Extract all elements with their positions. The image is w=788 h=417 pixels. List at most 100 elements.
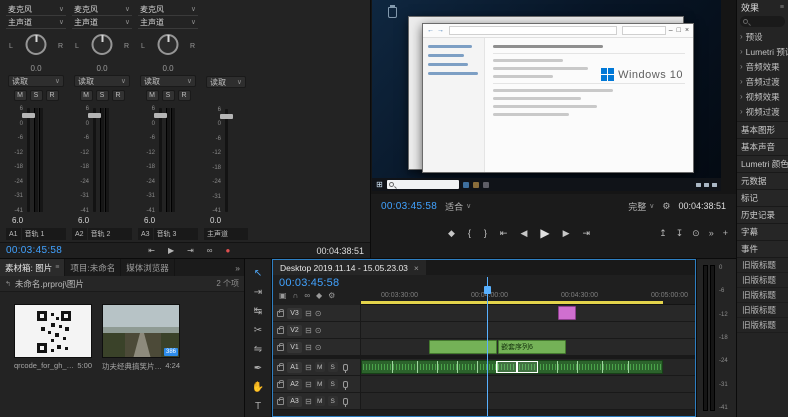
- loop-icon[interactable]: ∞: [207, 246, 213, 255]
- selected-audio-segment[interactable]: [496, 361, 517, 373]
- panel-menu-icon[interactable]: ≡: [55, 264, 59, 271]
- add-marker-icon[interactable]: ◆: [316, 291, 322, 300]
- eye-icon[interactable]: ⊙: [315, 309, 322, 318]
- effects-bin-video-effects[interactable]: ›视频效果: [737, 89, 788, 104]
- tab-overflow-icon[interactable]: »: [231, 259, 244, 276]
- button-editor-plus-icon[interactable]: +: [723, 228, 728, 238]
- history-item[interactable]: 旧版标题: [737, 303, 788, 318]
- mark-in-icon[interactable]: {: [468, 228, 471, 238]
- volume-fader[interactable]: [27, 108, 30, 212]
- sync-lock-icon[interactable]: ⊟: [305, 397, 312, 406]
- solo-button[interactable]: S: [96, 90, 109, 101]
- timeline-timecode[interactable]: 00:03:45:58: [279, 277, 361, 289]
- mute-button[interactable]: M: [14, 90, 27, 101]
- sync-lock-icon[interactable]: ⊟: [305, 326, 312, 335]
- go-to-out-icon[interactable]: ⇥: [187, 246, 194, 255]
- automation-mode-select[interactable]: 读取∨: [140, 75, 196, 87]
- eye-icon[interactable]: ⊙: [315, 326, 322, 335]
- solo-button[interactable]: S: [30, 90, 43, 101]
- sync-lock-icon[interactable]: ⊟: [305, 343, 312, 352]
- step-forward-icon[interactable]: ▶: [563, 228, 570, 239]
- export-frame-icon[interactable]: ⊙: [692, 228, 700, 239]
- track-target-button[interactable]: V2: [287, 325, 302, 336]
- video-clip[interactable]: [558, 306, 576, 320]
- program-viewer[interactable]: ← → –□×: [371, 0, 736, 194]
- track-name[interactable]: 音轨 2: [88, 228, 132, 240]
- pan-knob[interactable]: [26, 34, 47, 55]
- track-a2-lane[interactable]: [361, 376, 695, 392]
- work-area-bar[interactable]: [361, 301, 663, 304]
- volume-fader[interactable]: [159, 108, 162, 212]
- tab-project[interactable]: 项目:未命名: [65, 259, 121, 276]
- microphone-icon[interactable]: [343, 364, 348, 371]
- tab-captions[interactable]: 字幕: [737, 224, 788, 241]
- track-a3-lane[interactable]: [361, 393, 695, 409]
- lock-icon[interactable]: [277, 382, 284, 388]
- track-name[interactable]: 音轨 1: [22, 228, 66, 240]
- automation-mode-select[interactable]: 读取∨: [74, 75, 130, 87]
- pan-knob[interactable]: [158, 34, 179, 55]
- effects-bin-presets[interactable]: ›预设: [737, 29, 788, 44]
- mute-button[interactable]: M: [80, 90, 93, 101]
- volume-fader[interactable]: [225, 109, 228, 212]
- lock-icon[interactable]: [277, 399, 284, 405]
- nest-toggle-icon[interactable]: ▣: [279, 291, 287, 300]
- effects-bin-audio-effects[interactable]: ›音频效果: [737, 59, 788, 74]
- solo-button[interactable]: S: [328, 396, 338, 406]
- sync-lock-icon[interactable]: ⊟: [305, 380, 312, 389]
- sequence-tab[interactable]: Desktop 2019.11.14 - 15.05.23.03×: [273, 260, 426, 275]
- ripple-edit-tool-icon[interactable]: ↹: [254, 306, 262, 317]
- slip-tool-icon[interactable]: ⇋: [254, 344, 262, 355]
- play-icon[interactable]: ▶: [168, 246, 174, 255]
- input-device-select[interactable]: 麦克风∨: [138, 3, 198, 16]
- record-arm-button[interactable]: R: [178, 90, 191, 101]
- timeline-settings-icon[interactable]: ⚙: [328, 291, 335, 300]
- go-to-out-icon[interactable]: ⇥: [583, 228, 591, 239]
- tab-history[interactable]: 历史记录: [737, 207, 788, 224]
- nested-sequence-clip[interactable]: 嵌套序列6: [498, 340, 566, 354]
- close-icon[interactable]: ×: [414, 263, 419, 273]
- history-item[interactable]: 旧版标题: [737, 288, 788, 303]
- button-overflow-icon[interactable]: »: [709, 228, 714, 238]
- linked-selection-icon[interactable]: ∞: [304, 291, 310, 300]
- effects-panel-title[interactable]: 效果: [741, 1, 759, 14]
- track-target-button[interactable]: V1: [287, 342, 302, 353]
- mute-button[interactable]: M: [146, 90, 159, 101]
- fader-handle[interactable]: [220, 114, 233, 119]
- effects-bin-lumetri-presets[interactable]: ›Lumetri 预设: [737, 44, 788, 59]
- settings-wrench-icon[interactable]: ⚙: [662, 201, 670, 212]
- program-timecode[interactable]: 00:03:45:58: [381, 201, 437, 212]
- lock-icon[interactable]: [277, 365, 284, 371]
- play-icon[interactable]: ▶: [540, 226, 549, 240]
- lift-icon[interactable]: ↥: [659, 228, 667, 239]
- effects-bin-audio-transitions[interactable]: ›音频过渡: [737, 74, 788, 89]
- fader-handle[interactable]: [22, 113, 35, 118]
- mute-button[interactable]: M: [315, 362, 325, 372]
- solo-button[interactable]: S: [162, 90, 175, 101]
- panel-menu-icon[interactable]: ≡: [780, 4, 784, 11]
- hand-tool-icon[interactable]: ✋: [252, 382, 264, 393]
- effects-search-input[interactable]: [740, 16, 785, 27]
- fader-handle[interactable]: [154, 113, 167, 118]
- track-v2-lane[interactable]: [361, 322, 695, 338]
- mixer-timecode[interactable]: 00:03:45:58: [6, 245, 62, 256]
- record-arm-button[interactable]: R: [46, 90, 59, 101]
- output-select[interactable]: 主声道∨: [72, 16, 132, 29]
- tab-markers[interactable]: 标记: [737, 190, 788, 207]
- tab-events[interactable]: 事件: [737, 241, 788, 258]
- folder-up-icon[interactable]: ↰: [5, 280, 11, 288]
- mute-button[interactable]: M: [315, 396, 325, 406]
- track-v3-lane[interactable]: [361, 305, 695, 321]
- tab-media-browser[interactable]: 媒体浏览器: [121, 259, 175, 276]
- record-icon[interactable]: ●: [226, 246, 231, 255]
- history-item[interactable]: 旧版标题: [737, 318, 788, 333]
- timeline-ruler[interactable]: 00:03:30:00 00:04:00:00 00:04:30:00 00:0…: [361, 275, 695, 305]
- pan-knob[interactable]: [92, 34, 113, 55]
- tab-metadata[interactable]: 元数据: [737, 173, 788, 190]
- mute-button[interactable]: M: [315, 379, 325, 389]
- go-to-in-icon[interactable]: ⇤: [148, 246, 155, 255]
- pen-tool-icon[interactable]: ✒: [254, 363, 262, 374]
- input-device-select[interactable]: 麦克风∨: [72, 3, 132, 16]
- extract-icon[interactable]: ↧: [676, 228, 684, 239]
- track-v1-lane[interactable]: 嵌套序列6: [361, 339, 695, 355]
